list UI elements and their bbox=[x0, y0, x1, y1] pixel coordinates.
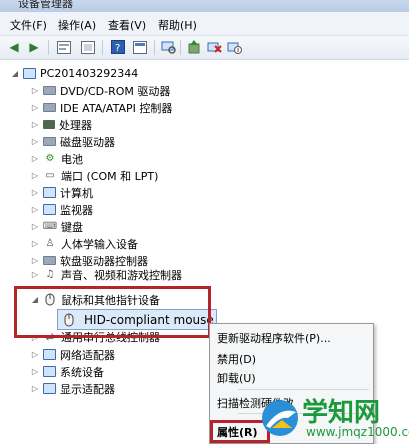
uninstall-icon[interactable] bbox=[206, 39, 222, 55]
expand-icon[interactable]: ▷ bbox=[30, 239, 40, 249]
expand-icon[interactable]: ▷ bbox=[30, 188, 40, 198]
tree-item-label: 磁盘驱动器 bbox=[60, 135, 115, 149]
tree-item-processor[interactable]: ▷ 处理器 bbox=[30, 116, 92, 133]
disable-icon[interactable] bbox=[226, 39, 242, 55]
tree-item-sound[interactable]: ▷ ♫ 声音、视频和游戏控制器 bbox=[30, 268, 182, 282]
toolbar-separator bbox=[102, 40, 103, 55]
menu-action[interactable]: 操作(A) bbox=[58, 17, 96, 33]
tree-item-network[interactable]: ▷ 网络适配器 bbox=[30, 346, 115, 363]
help-icon[interactable]: ? bbox=[110, 39, 126, 55]
expand-icon[interactable]: ▷ bbox=[30, 120, 40, 130]
dvd-drive-icon bbox=[43, 86, 56, 95]
context-item-uninstall[interactable]: 卸载(U) bbox=[217, 370, 256, 386]
menu-bar: 文件(F) 操作(A) 查看(V) 帮助(H) bbox=[0, 12, 409, 36]
menu-help[interactable]: 帮助(H) bbox=[158, 17, 197, 33]
keyboard-icon: ⌨ bbox=[42, 221, 58, 232]
update-driver-icon[interactable] bbox=[186, 39, 202, 55]
tree-root[interactable]: ◢ PC201403292344 bbox=[10, 65, 138, 82]
tree-item-ports[interactable]: ▷ ▭ 端口 (COM 和 LPT) bbox=[30, 167, 158, 184]
context-item-update-driver[interactable]: 更新驱动程序软件(P)... bbox=[217, 330, 331, 346]
disk-drive-icon bbox=[43, 137, 56, 146]
scan-hardware-icon[interactable] bbox=[160, 39, 176, 55]
toolbar: ◀ ▶ ? bbox=[0, 36, 409, 60]
expand-icon[interactable]: ▷ bbox=[30, 103, 40, 113]
tree-item-display[interactable]: ▷ 显示适配器 bbox=[30, 380, 115, 397]
tree-item-label: 系统设备 bbox=[60, 365, 104, 379]
watermark-title: 学知网 bbox=[302, 398, 381, 428]
watermark-url: www.jmqz1000.com bbox=[306, 425, 409, 439]
monitor-icon bbox=[43, 204, 56, 215]
expand-icon[interactable]: ▷ bbox=[30, 205, 40, 215]
expand-icon[interactable]: ▷ bbox=[30, 86, 40, 96]
collapse-icon[interactable]: ◢ bbox=[10, 69, 20, 79]
tree-item-label: 计算机 bbox=[60, 186, 93, 200]
tree-item-label: 网络适配器 bbox=[60, 348, 115, 362]
tree-item-battery[interactable]: ▷ ⚙ 电池 bbox=[30, 150, 83, 167]
menu-file[interactable]: 文件(F) bbox=[10, 17, 47, 33]
tree-item-dvd[interactable]: ▷ DVD/CD-ROM 驱动器 bbox=[30, 82, 170, 99]
toolbar-separator bbox=[48, 40, 49, 55]
context-item-disable[interactable]: 禁用(D) bbox=[217, 351, 256, 367]
tree-item-label: 人体学输入设备 bbox=[61, 237, 138, 251]
port-icon: ▭ bbox=[45, 170, 55, 181]
floppy-controller-icon bbox=[43, 256, 56, 265]
tree-item-label: 处理器 bbox=[59, 118, 92, 132]
context-separator bbox=[238, 389, 369, 390]
expand-icon[interactable]: ▷ bbox=[30, 154, 40, 164]
watermark-logo-icon bbox=[262, 400, 298, 436]
title-bar: 设备管理器 bbox=[0, 0, 409, 12]
toolbar-separator bbox=[154, 40, 155, 55]
computer-icon bbox=[43, 187, 56, 198]
expand-icon[interactable]: ▷ bbox=[30, 171, 40, 181]
expand-icon[interactable]: ▷ bbox=[30, 384, 40, 394]
tree-item-label: 电池 bbox=[61, 152, 83, 166]
system-device-icon bbox=[43, 366, 56, 377]
menu-view[interactable]: 查看(V) bbox=[108, 17, 146, 33]
network-adapter-icon bbox=[43, 349, 56, 360]
tree-item-system[interactable]: ▷ 系统设备 bbox=[30, 363, 104, 380]
tree-item-label: 声音、视频和游戏控制器 bbox=[61, 268, 182, 282]
sound-icon: ♫ bbox=[45, 269, 55, 280]
toolbar-separator bbox=[180, 40, 181, 55]
properties-icon[interactable] bbox=[56, 39, 72, 55]
view-icon[interactable] bbox=[132, 39, 148, 55]
tree-item-label: 监视器 bbox=[60, 203, 93, 217]
tree-item-monitor[interactable]: ▷ 监视器 bbox=[30, 201, 93, 218]
expand-icon[interactable]: ▷ bbox=[30, 256, 40, 266]
annotation-highlight-box bbox=[14, 286, 211, 338]
tree-item-label: IDE ATA/ATAPI 控制器 bbox=[60, 101, 173, 115]
tree-item-label: 端口 (COM 和 LPT) bbox=[61, 169, 159, 183]
display-adapter-icon bbox=[43, 383, 56, 394]
show-hidden-icon[interactable] bbox=[80, 39, 96, 55]
back-icon[interactable]: ◀ bbox=[6, 39, 22, 55]
svg-text:?: ? bbox=[115, 43, 120, 54]
hid-icon: ♙ bbox=[45, 238, 55, 249]
tree-item-label: DVD/CD-ROM 驱动器 bbox=[60, 84, 171, 98]
battery-icon: ⚙ bbox=[45, 153, 55, 164]
tree-item-disk[interactable]: ▷ 磁盘驱动器 bbox=[30, 133, 115, 150]
tree-item-label: 软盘驱动器控制器 bbox=[60, 254, 148, 268]
tree-item-label: 显示适配器 bbox=[60, 382, 115, 396]
tree-item-computer[interactable]: ▷ 计算机 bbox=[30, 184, 93, 201]
expand-icon[interactable]: ▷ bbox=[30, 222, 40, 232]
expand-icon[interactable]: ▷ bbox=[30, 270, 40, 280]
window-title: 设备管理器 bbox=[18, 0, 73, 10]
expand-icon[interactable]: ▷ bbox=[30, 137, 40, 147]
watermark: 学知网 www.jmqz1000.com bbox=[258, 392, 409, 444]
tree-item-ide[interactable]: ▷ IDE ATA/ATAPI 控制器 bbox=[30, 99, 172, 116]
forward-icon[interactable]: ▶ bbox=[26, 39, 42, 55]
tree-root-label: PC201403292344 bbox=[40, 67, 139, 80]
tree-item-label: 键盘 bbox=[61, 220, 83, 234]
tree-item-keyboard[interactable]: ▷ ⌨ 键盘 bbox=[30, 218, 83, 235]
ide-controller-icon bbox=[43, 103, 56, 112]
expand-icon[interactable]: ▷ bbox=[30, 367, 40, 377]
tree-item-hid[interactable]: ▷ ♙ 人体学输入设备 bbox=[30, 235, 138, 252]
tree-item-floppy[interactable]: ▷ 软盘驱动器控制器 bbox=[30, 252, 148, 269]
processor-icon bbox=[43, 120, 55, 129]
expand-icon[interactable]: ▷ bbox=[30, 350, 40, 360]
computer-icon bbox=[23, 68, 36, 79]
